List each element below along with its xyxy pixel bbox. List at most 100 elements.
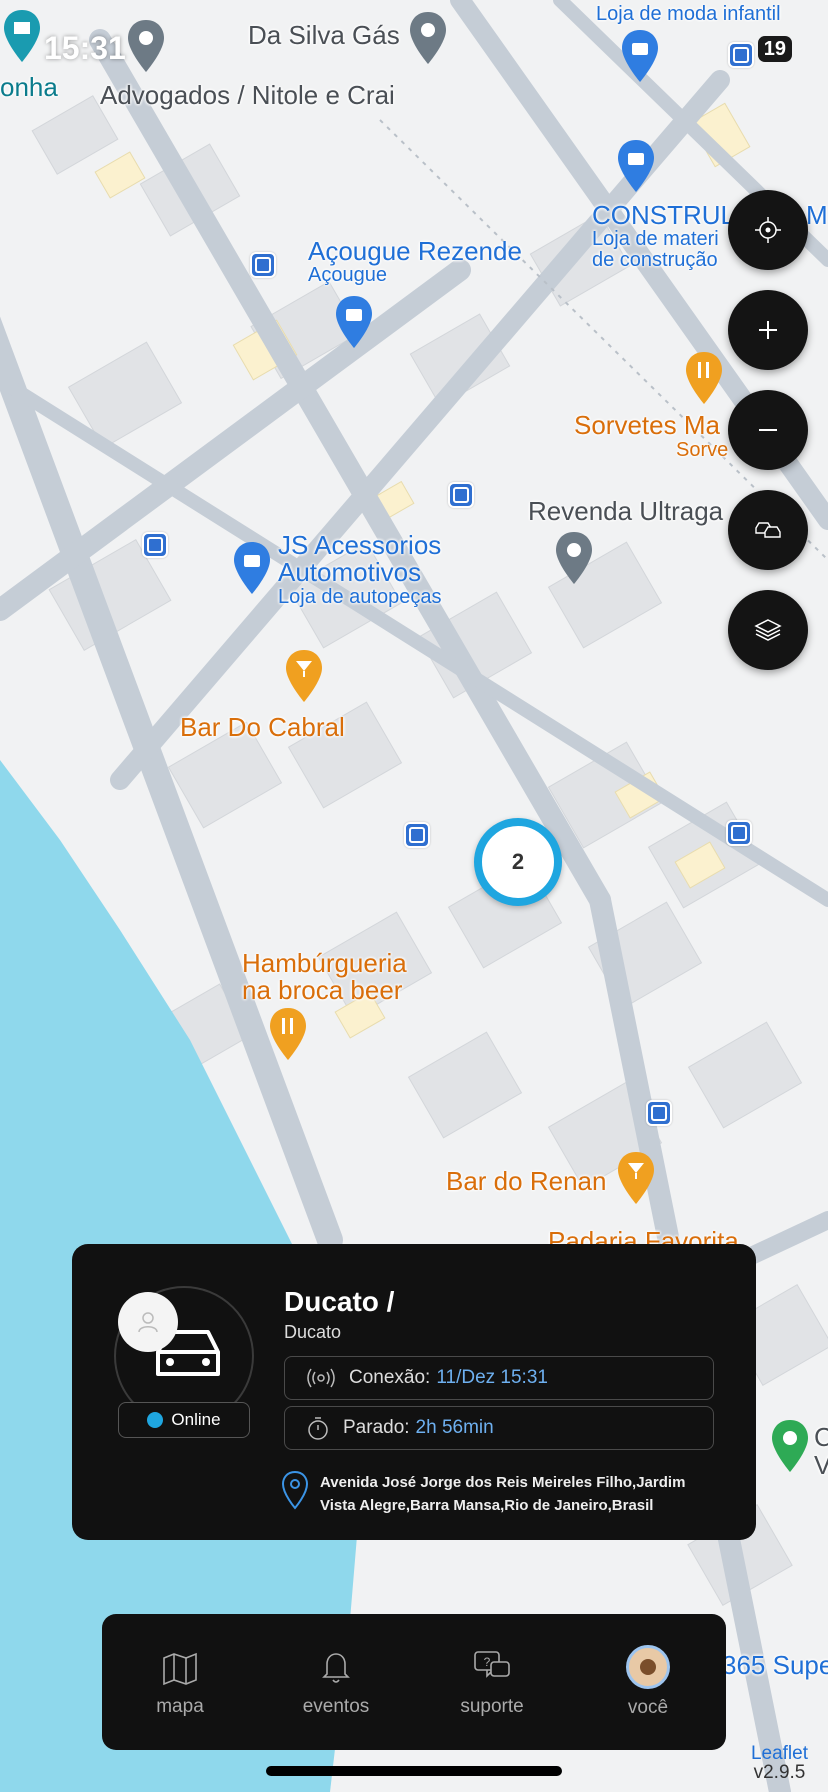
- nav-label: você: [627, 1697, 669, 1718]
- map-icon: [163, 1652, 197, 1686]
- bus-stop-icon[interactable]: [448, 482, 474, 508]
- poi-title-1: JS Acessorios: [278, 530, 442, 560]
- shopping-pin-icon[interactable]: [332, 294, 376, 350]
- poi-subtitle-2: de construção: [592, 249, 718, 272]
- poi-title-2: Automotivos: [278, 557, 422, 588]
- poi-label-js-acessorios[interactable]: JS Acessorios Automotivos Loja de autope…: [278, 530, 442, 608]
- bus-stop-icon[interactable]: [726, 820, 752, 846]
- battery-level: 19: [763, 37, 786, 60]
- traffic-button[interactable]: [728, 490, 808, 570]
- address-line-1: Avenida José Jorge dos Reis Meireles Fil…: [320, 1474, 686, 1491]
- poi-label-construl[interactable]: CONSTRUL Loja de materi de construção: [592, 200, 736, 272]
- vehicle-cluster-marker[interactable]: 2: [474, 818, 562, 906]
- vehicle-subtitle: Ducato: [284, 1322, 342, 1342]
- bottom-navigation: mapa eventos ? suporte você: [102, 1614, 726, 1750]
- poi-label-hamburgueria[interactable]: Hambúrgueria na broca beer: [242, 948, 407, 1006]
- home-indicator[interactable]: [266, 1766, 562, 1776]
- teal-pin-icon[interactable]: [0, 8, 44, 64]
- signal-icon: [307, 1368, 335, 1388]
- poi-label-supe[interactable]: 365 Supe: [722, 1651, 828, 1679]
- gray-pin-icon[interactable]: [552, 530, 596, 586]
- address-line-2: Vista Alegre,Barra Mansa,Rio de Janeiro,…: [320, 1496, 654, 1514]
- bus-stop-icon[interactable]: [142, 532, 168, 558]
- poi-subtitle: Loja de autopeças: [278, 585, 442, 608]
- nav-item-mapa[interactable]: mapa: [110, 1646, 250, 1718]
- stopped-row: Parado: 2h 56min: [284, 1406, 714, 1450]
- crosshair-icon: [755, 217, 781, 243]
- poi-label-right-c: C: [814, 1422, 828, 1452]
- cars-icon: [755, 522, 781, 538]
- vehicle-title: Ducato /: [284, 1286, 395, 1317]
- location-pin-icon: [281, 1470, 309, 1510]
- stopped-label: Parado:: [343, 1417, 410, 1438]
- connection-label: Conexão:: [349, 1367, 431, 1388]
- nav-item-eventos[interactable]: eventos: [266, 1646, 406, 1718]
- poi-title-2: na broca beer: [242, 975, 403, 1006]
- user-placeholder-avatar: [118, 1292, 178, 1352]
- stopped-value: 2h 56min: [415, 1417, 494, 1438]
- map-attribution: Leaflet v2.9.5: [751, 1744, 808, 1782]
- minus-icon: [759, 429, 777, 431]
- poi-label-sorvetes[interactable]: Sorvetes Ma: [574, 410, 720, 440]
- nav-label: eventos: [302, 1696, 370, 1717]
- gray-pin-icon[interactable]: [124, 18, 168, 74]
- leaflet-version: v2.9.5: [753, 1762, 806, 1783]
- layers-icon: [754, 619, 782, 641]
- vehicle-address: Avenida José Jorge dos Reis Meireles Fil…: [320, 1472, 700, 1517]
- bell-icon: [322, 1653, 350, 1683]
- shopping-pin-icon[interactable]: [230, 540, 274, 596]
- poi-title: Sorvetes Ma: [574, 410, 720, 440]
- svg-text:?: ?: [484, 1655, 491, 1669]
- poi-label-construl-tail: M: [806, 200, 828, 230]
- green-pin-icon[interactable]: [768, 1418, 812, 1474]
- poi-label-bar-renan[interactable]: Bar do Renan: [446, 1167, 606, 1195]
- connection-value: 11/Dez 15:31: [436, 1367, 548, 1388]
- bus-stop-icon[interactable]: [646, 1100, 672, 1126]
- bus-stop-icon[interactable]: [728, 42, 754, 68]
- battery-indicator: 19: [757, 36, 792, 62]
- poi-title-1: Hambúrgueria: [242, 948, 407, 978]
- connection-row: Conexão: 11/Dez 15:31: [284, 1356, 714, 1400]
- shopping-pin-icon[interactable]: [618, 28, 662, 84]
- nav-item-suporte[interactable]: ? suporte: [422, 1646, 562, 1718]
- poi-label-sorvetes-sub: Sorve: [676, 439, 729, 461]
- status-label: Online: [171, 1410, 221, 1429]
- restaurant-pin-icon[interactable]: [682, 350, 726, 406]
- restaurant-pin-icon[interactable]: [266, 1006, 310, 1062]
- locate-button[interactable]: [728, 190, 808, 270]
- bus-stop-icon[interactable]: [250, 252, 276, 278]
- poi-label-acougue[interactable]: Açougue Rezende Açougue: [308, 236, 522, 287]
- poi-label-loja-moda[interactable]: Loja de moda infantil: [596, 4, 781, 25]
- poi-title: CONSTRUL: [592, 200, 736, 230]
- vehicle-info-card[interactable]: Online Ducato / Ducato Conexão: 11/Dez 1…: [72, 1244, 756, 1540]
- zoom-out-button[interactable]: [728, 390, 808, 470]
- stopwatch-icon: [308, 1417, 328, 1440]
- gray-pin-icon[interactable]: [406, 10, 450, 66]
- user-icon: [138, 1312, 158, 1333]
- bus-stop-icon[interactable]: [404, 822, 430, 848]
- poi-subtitle: Açougue: [308, 264, 387, 287]
- poi-label-revenda[interactable]: Revenda Ultraga: [528, 497, 723, 525]
- leaflet-link[interactable]: Leaflet: [751, 1744, 808, 1763]
- poi-label-bar-cabral[interactable]: Bar Do Cabral: [180, 713, 345, 741]
- chat-question-icon: ?: [474, 1651, 510, 1678]
- poi-title: Açougue Rezende: [308, 236, 522, 266]
- layers-button[interactable]: [728, 590, 808, 670]
- poi-label-advogados[interactable]: Advogados / Nitole e Crai: [100, 81, 395, 109]
- bar-pin-icon[interactable]: [614, 1150, 658, 1206]
- nav-label: suporte: [460, 1696, 524, 1717]
- poi-label-right-v: V: [814, 1450, 828, 1480]
- avatar: [626, 1645, 670, 1689]
- poi-label-da-silva[interactable]: Da Silva Gás: [248, 21, 400, 49]
- poi-subtitle-1: Loja de materi: [592, 228, 719, 251]
- nav-label: mapa: [156, 1696, 204, 1717]
- zoom-in-button[interactable]: [728, 290, 808, 370]
- plus-icon: [759, 321, 777, 339]
- status-badge: Online: [118, 1402, 250, 1438]
- online-dot-icon: [147, 1412, 164, 1428]
- bar-pin-icon[interactable]: [282, 648, 326, 704]
- poi-label-onha[interactable]: onha: [0, 73, 58, 101]
- shopping-pin-icon[interactable]: [614, 138, 658, 194]
- nav-item-voce[interactable]: você: [578, 1645, 718, 1719]
- status-time: 15:31: [44, 30, 126, 66]
